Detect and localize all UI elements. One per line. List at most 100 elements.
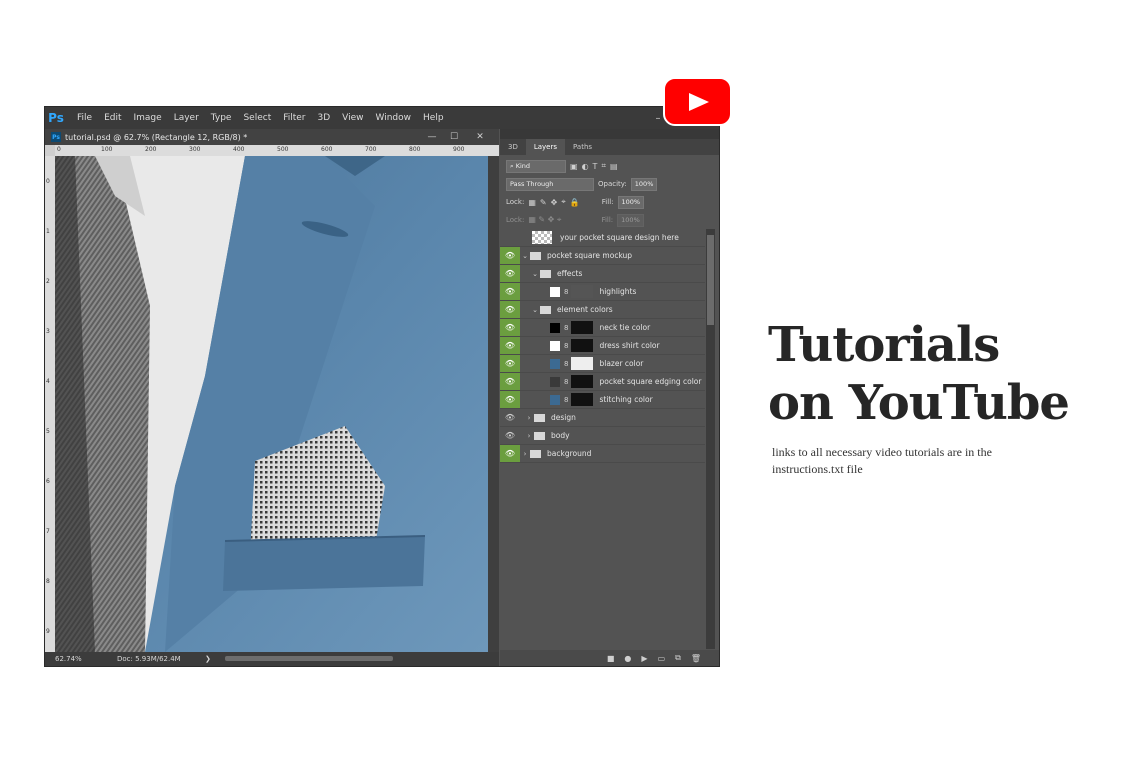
youtube-logo-icon[interactable]	[663, 77, 732, 126]
play-icon[interactable]: ▶	[641, 654, 647, 663]
visibility-eye-icon[interactable]: 👁	[500, 265, 520, 282]
adjustment-filter-icon[interactable]: ◐	[582, 162, 589, 171]
chevron-down-icon[interactable]: ⌄	[530, 306, 540, 314]
menu-file[interactable]: File	[71, 107, 98, 129]
layer-row[interactable]: 👁 › body	[500, 427, 705, 445]
chevron-right-icon[interactable]: ›	[524, 414, 534, 422]
doc-maximize-icon[interactable]: ☐	[443, 129, 465, 145]
trash-icon[interactable]: 🗑	[691, 654, 701, 663]
layer-row[interactable]: 👁 › design	[500, 409, 705, 427]
color-fill-swatch	[550, 394, 560, 405]
layer-row[interactable]: 👁 8 blazer color	[500, 355, 705, 373]
layer-row[interactable]: 👁 8 highlights	[500, 283, 705, 301]
menu-layer[interactable]: Layer	[168, 107, 205, 129]
ruler-tick-label: 600	[321, 146, 333, 153]
visibility-eye-icon[interactable]: 👁	[500, 337, 520, 354]
visibility-eye-icon[interactable]: 👁	[500, 355, 520, 372]
layer-row[interactable]: 👁 8 pocket square edging color	[500, 373, 705, 391]
layer-name: effects	[557, 269, 583, 278]
tab-paths[interactable]: Paths	[565, 139, 600, 155]
scrollbar-thumb[interactable]	[707, 235, 714, 325]
menu-edit[interactable]: Edit	[98, 107, 127, 129]
layer-name: background	[547, 449, 592, 458]
document-canvas[interactable]	[55, 156, 488, 652]
doc-minimize-icon[interactable]: —	[421, 129, 443, 145]
layer-row[interactable]: 👁 ⌄ element colors	[500, 301, 705, 319]
ruler-tick-label: 5	[46, 428, 50, 435]
ruler-tick-label: 8	[46, 578, 50, 585]
ruler-tick-label: 100	[101, 146, 113, 153]
menu-image[interactable]: Image	[128, 107, 168, 129]
subtext: links to all necessary video tutorials a…	[772, 445, 992, 476]
menu-3d[interactable]: 3D	[312, 107, 337, 129]
link-icon: 8	[564, 395, 569, 404]
menu-window[interactable]: Window	[370, 107, 418, 129]
new-group-folder-icon[interactable]: ▭	[658, 654, 666, 663]
layers-scrollbar[interactable]	[706, 229, 715, 649]
layers-panel: 3D Layers Paths ⌕ Kind ▣ ◐ T ⌗ ▤ Pass Th…	[500, 129, 719, 666]
layer-row[interactable]: 👁 ⌄ effects	[500, 265, 705, 283]
type-filter-icon[interactable]: T	[593, 162, 598, 171]
ruler-tick-label: 0	[57, 146, 61, 153]
visibility-eye-icon[interactable]: 👁	[500, 247, 520, 264]
visibility-eye-icon[interactable]: 👁	[500, 373, 520, 390]
chevron-down-icon[interactable]: ⌄	[520, 252, 530, 260]
lock-all-icon[interactable]: 🔒	[570, 198, 580, 207]
headline: Tutorials on YouTube	[768, 316, 1108, 432]
ruler-tick-label: 6	[46, 478, 50, 485]
visibility-eye-icon[interactable]: 👁	[500, 319, 520, 336]
blend-mode-select[interactable]: Pass Through	[506, 177, 594, 191]
menu-type[interactable]: Type	[205, 107, 238, 129]
status-arrow-icon[interactable]: ❯	[205, 655, 211, 663]
lock-position-icon[interactable]: ✥	[551, 198, 558, 207]
layer-row[interactable]: 👁 8 neck tie color	[500, 319, 705, 337]
fill-input-disabled: 100%	[617, 213, 644, 227]
visibility-eye-icon[interactable]: 👁	[500, 301, 520, 318]
smart-object-filter-icon[interactable]: ▤	[610, 162, 618, 171]
layer-row[interactable]: 👁 8 dress shirt color	[500, 337, 705, 355]
new-layer-icon[interactable]: ⧉	[675, 653, 681, 663]
chevron-right-icon[interactable]: ›	[524, 432, 534, 440]
opacity-input[interactable]: 100%	[630, 177, 658, 191]
color-fill-swatch	[550, 286, 560, 297]
menu-help[interactable]: Help	[417, 107, 450, 129]
psd-file-icon: Ps	[51, 132, 61, 142]
layer-row[interactable]: 👁 › background	[500, 445, 705, 463]
menu-select[interactable]: Select	[237, 107, 277, 129]
lock-transparent-icon[interactable]: ▦	[528, 198, 536, 207]
chevron-down-icon[interactable]: ⌄	[530, 270, 540, 278]
zoom-level[interactable]: 62.74%	[55, 655, 82, 663]
layer-row[interactable]: 👁 8 stitching color	[500, 391, 705, 409]
visibility-eye-icon[interactable]: 👁	[500, 283, 520, 300]
menu-filter[interactable]: Filter	[277, 107, 311, 129]
document-tab[interactable]: Ps tutorial.psd @ 62.7% (Rectangle 12, R…	[45, 129, 499, 145]
link-icon: 8	[564, 359, 569, 368]
lock-image-icon[interactable]: ✎	[540, 198, 547, 207]
lock-artboard-icon[interactable]: ⌖	[561, 197, 566, 207]
filter-kind-select[interactable]: ⌕ Kind	[506, 159, 566, 173]
record-icon[interactable]: ●	[624, 654, 631, 663]
image-filter-icon[interactable]: ▣	[570, 162, 578, 171]
stop-icon[interactable]: ■	[607, 654, 615, 663]
menu-view[interactable]: View	[336, 107, 369, 129]
visibility-off-icon[interactable]	[500, 229, 520, 246]
document-vertical-scrollbar[interactable]	[488, 156, 499, 652]
chevron-right-icon[interactable]: ›	[520, 450, 530, 458]
tab-3d[interactable]: 3D	[500, 139, 526, 155]
visibility-eye-icon[interactable]: 👁	[500, 445, 520, 462]
tab-layers[interactable]: Layers	[525, 139, 566, 155]
shape-filter-icon[interactable]: ⌗	[601, 161, 606, 171]
color-fill-swatch	[550, 340, 560, 351]
folder-icon	[540, 305, 551, 314]
layer-row[interactable]: your pocket square design here	[500, 229, 705, 247]
visibility-eye-icon[interactable]: 👁	[500, 427, 520, 444]
layer-name: pocket square edging color	[599, 377, 702, 386]
layer-row[interactable]: 👁 ⌄ pocket square mockup	[500, 247, 705, 265]
visibility-eye-icon[interactable]: 👁	[500, 391, 520, 408]
doc-close-icon[interactable]: ✕	[469, 129, 491, 145]
visibility-eye-icon[interactable]: 👁	[500, 409, 520, 426]
fill-input[interactable]: 100%	[617, 195, 645, 209]
horizontal-scrollbar[interactable]	[225, 656, 393, 661]
headline-line-1: Tutorials	[768, 317, 1000, 373]
link-icon: 8	[564, 377, 569, 386]
